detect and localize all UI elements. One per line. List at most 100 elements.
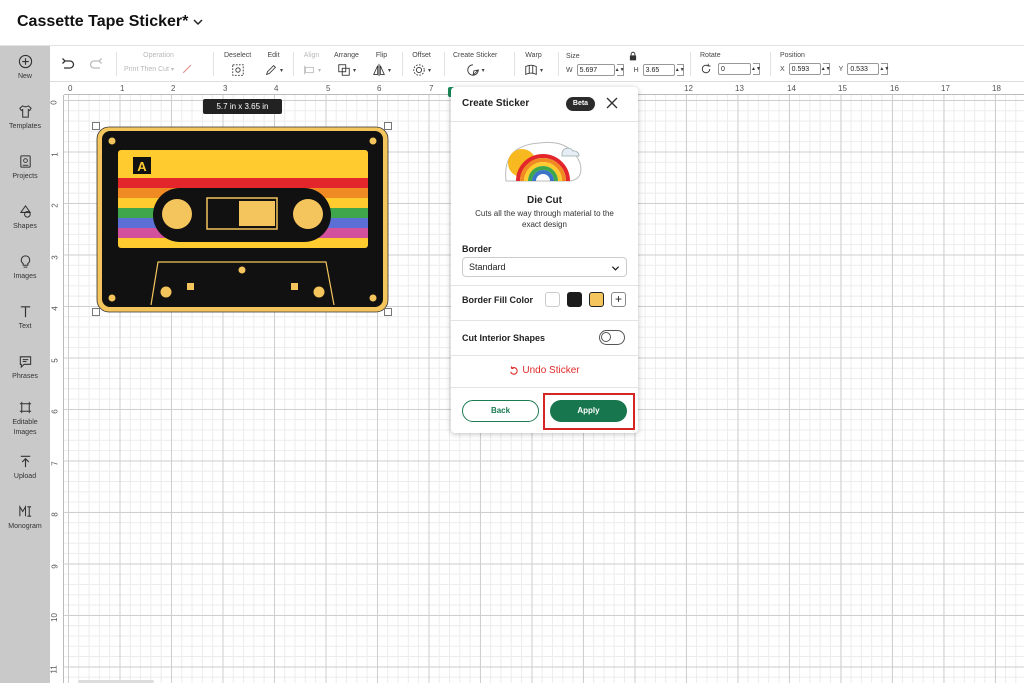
selection-handle[interactable] <box>92 122 100 130</box>
cut-interior-toggle[interactable] <box>599 330 625 345</box>
ruler-number: 11 <box>49 665 59 674</box>
sidebar-item-editable-images[interactable]: Editable Images <box>0 400 50 438</box>
offset-dropdown[interactable]: Offset ▾ <box>412 51 431 77</box>
edit-dropdown[interactable]: Edit ▾ <box>264 51 283 77</box>
sidebar-item-label: New <box>17 73 32 80</box>
upload-icon <box>20 455 30 468</box>
sidebar-item-upload[interactable]: Upload <box>0 454 50 482</box>
sidebar-item-shapes[interactable]: Shapes <box>0 204 50 232</box>
cut-interior-label: Cut Interior Shapes <box>462 333 546 343</box>
cut-type-description: Cuts all the way through material to the… <box>475 209 614 229</box>
undo-icon <box>62 58 75 69</box>
flip-dropdown[interactable]: Flip ▾ <box>372 51 391 77</box>
close-icon[interactable] <box>605 96 619 110</box>
deselect-button[interactable]: Deselect <box>224 51 251 77</box>
arrange-label: Arrange <box>334 52 359 59</box>
sidebar-item-label: Templates <box>9 123 41 130</box>
sidebar-item-text[interactable]: Text <box>0 304 50 332</box>
rotate-controls: Rotate 0 ▲▼ <box>700 51 761 75</box>
ruler-number: 13 <box>735 84 744 93</box>
undo-button[interactable] <box>60 56 76 74</box>
back-button[interactable]: Back <box>462 400 539 422</box>
align-dropdown[interactable]: Align ▾ <box>302 51 321 77</box>
height-stepper[interactable]: ▲▼ <box>675 64 685 76</box>
ruler-number: 9 <box>50 564 60 569</box>
sidebar-item-projects[interactable]: Projects <box>0 154 50 182</box>
undo-icon <box>510 365 519 375</box>
undo-sticker-button[interactable]: Undo Sticker <box>451 365 638 376</box>
sticker-icon <box>467 64 479 76</box>
ruler-number: 12 <box>684 84 693 93</box>
ruler-number: 5 <box>326 84 331 93</box>
align-icon <box>304 65 314 75</box>
panel-title: Create Sticker <box>462 98 530 109</box>
ruler-number: 1 <box>50 152 60 157</box>
lock-icon[interactable] <box>628 51 638 61</box>
speech-bubble-icon <box>19 356 31 369</box>
offset-icon <box>413 64 425 76</box>
selection-handle[interactable] <box>384 308 392 316</box>
cassette-sticker[interactable]: A <box>96 126 389 313</box>
sidebar-item-phrases[interactable]: Phrases <box>0 354 50 382</box>
position-x-stepper[interactable]: ▲▼ <box>821 63 831 75</box>
rotate-label: Rotate <box>700 52 721 59</box>
selection-handle[interactable] <box>92 308 100 316</box>
deselect-label: Deselect <box>224 52 252 59</box>
size-w-label: W <box>566 66 573 74</box>
sidebar-item-label: Images <box>13 273 37 280</box>
sidebar-item-label: Shapes <box>13 223 37 230</box>
sidebar-item-images[interactable]: Images <box>0 254 50 282</box>
sidebar-item-templates[interactable]: Templates <box>0 104 50 132</box>
width-stepper[interactable]: ▲▼ <box>615 64 625 76</box>
position-x-input[interactable]: 0.593 <box>788 63 821 75</box>
ruler-number: 10 <box>49 613 59 622</box>
position-x-label: X <box>780 65 785 73</box>
height-input[interactable]: 3.65 <box>642 64 675 76</box>
operation-dropdown[interactable]: Operation Print Then Cut ▾ <box>124 51 193 75</box>
size-h-label: H <box>633 66 639 74</box>
fill-swatch-gold[interactable] <box>589 292 604 307</box>
panel-header: Create Sticker Beta <box>451 87 638 122</box>
align-label: Align <box>303 52 320 59</box>
width-input[interactable]: 5.697 <box>576 64 615 76</box>
redo-button[interactable] <box>88 56 104 74</box>
position-label: Position <box>780 52 805 59</box>
ruler-number: 2 <box>50 203 60 208</box>
ruler-number: 7 <box>429 84 434 93</box>
position-y-input[interactable]: 0.533 <box>847 63 880 75</box>
arrange-dropdown[interactable]: Arrange ▾ <box>334 51 359 77</box>
project-title[interactable]: Cassette Tape Sticker* <box>17 13 204 31</box>
flip-icon <box>373 63 385 77</box>
operation-label: Operation <box>143 52 174 59</box>
ruler-number: 6 <box>377 84 382 93</box>
border-value: Standard <box>469 262 506 272</box>
shapes-icon <box>19 204 31 218</box>
fill-swatch-black[interactable] <box>567 292 582 307</box>
add-color-button[interactable]: + <box>611 292 626 307</box>
position-controls: Position X 0.593 ▲▼ Y 0.533 ▲▼ <box>780 51 889 75</box>
ruler-number: 3 <box>223 84 228 93</box>
left-sidebar: New Templates Projects Shapes Images Tex… <box>0 46 50 683</box>
ruler-number: 18 <box>992 84 1001 93</box>
size-tooltip: 5.7 in x 3.65 in <box>203 99 282 114</box>
ruler-number: 14 <box>787 84 796 93</box>
sidebar-item-label: Projects <box>12 173 38 180</box>
create-sticker-dropdown[interactable]: Create Sticker ▾ <box>453 51 497 77</box>
ruler-number: 1 <box>120 84 125 93</box>
border-dropdown[interactable]: Standard <box>462 257 627 277</box>
sidebar-item-label: Text <box>18 323 32 330</box>
position-y-stepper[interactable]: ▲▼ <box>879 63 889 75</box>
selection-handle[interactable] <box>384 122 392 130</box>
rotate-input[interactable]: 0 <box>718 63 751 75</box>
ruler-number: 17 <box>941 84 950 93</box>
ruler-number: 8 <box>50 512 60 517</box>
sidebar-item-new[interactable]: New <box>0 54 50 82</box>
text-icon <box>20 306 30 318</box>
create-sticker-panel: Create Sticker Beta Die Cut Cuts all the… <box>451 87 638 433</box>
fill-swatch-white[interactable] <box>545 292 560 307</box>
app-header: Cassette Tape Sticker* <box>0 0 1024 46</box>
rotate-stepper[interactable]: ▲▼ <box>751 63 761 75</box>
sidebar-item-monogram[interactable]: Monogram <box>0 504 50 532</box>
ruler-number: 15 <box>838 84 847 93</box>
warp-dropdown[interactable]: Warp ▾ <box>524 51 543 77</box>
